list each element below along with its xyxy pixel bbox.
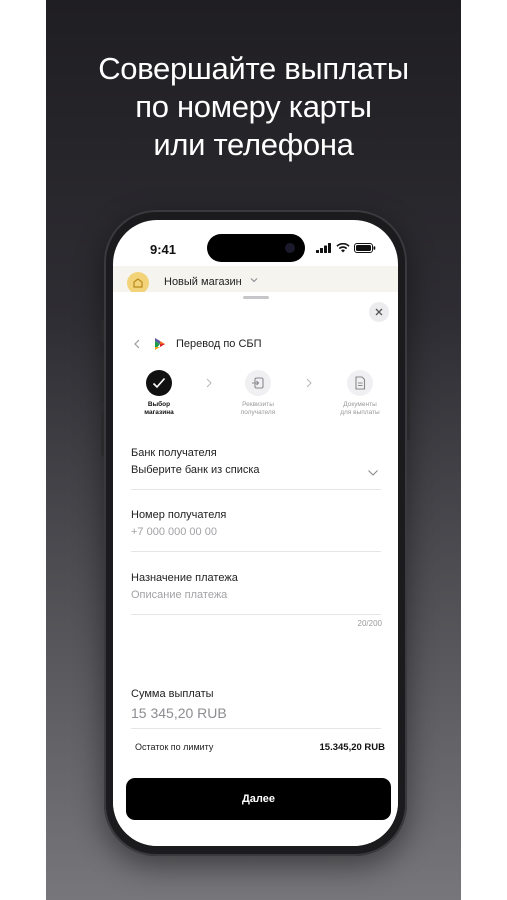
chevron-down-icon	[250, 278, 258, 283]
character-counter: 20/200	[357, 619, 382, 628]
sbp-logo-icon	[155, 338, 165, 350]
step-label: Выбор магазина	[144, 401, 174, 416]
recipient-label: Номер получателя	[131, 509, 227, 521]
power-button	[407, 370, 410, 440]
login-icon	[252, 377, 264, 389]
phone-frame: 9:41 Новый магазин Перевод по СБП Выбор …	[101, 210, 410, 856]
headline-line-1: Совершайте выплаты	[98, 51, 409, 86]
purpose-input[interactable]: Описание платежа	[131, 589, 381, 601]
sheet-grabber[interactable]	[243, 296, 269, 299]
bank-label: Банк получателя	[131, 447, 217, 459]
field-underline	[131, 551, 381, 552]
field-underline	[131, 489, 381, 490]
chevron-right-icon	[206, 378, 212, 388]
next-button[interactable]: Далее	[126, 778, 391, 820]
volume-up-button	[101, 358, 104, 402]
document-icon	[355, 376, 366, 390]
payout-sheet: Перевод по СБП Выбор магазина Реквизиты …	[113, 292, 398, 846]
step-indicator	[347, 370, 373, 396]
field-underline	[131, 614, 381, 615]
recipient-number-field[interactable]: Номер получателя +7 000 000 00 00	[131, 509, 381, 552]
bank-value: Выберите банк из списка	[131, 464, 260, 476]
mute-switch	[101, 320, 104, 342]
step-payout-documents[interactable]: Документы для выплаты	[330, 370, 390, 417]
battery-icon	[354, 243, 376, 253]
chevron-right-icon	[306, 378, 312, 388]
status-bar: 9:41	[113, 220, 398, 264]
store-selector[interactable]: Новый магазин	[113, 266, 398, 294]
signal-icon	[316, 243, 331, 253]
limit-row: Остаток по лимиту 15.345,20 RUB	[135, 742, 385, 753]
recipient-input[interactable]: +7 000 000 00 00	[131, 526, 381, 538]
status-icons	[316, 243, 376, 253]
close-icon	[375, 308, 383, 316]
headline-line-2: по номеру карты	[135, 89, 372, 124]
step-store-selection[interactable]: Выбор магазина	[129, 370, 189, 417]
page-title: Перевод по СБП	[176, 338, 262, 350]
step-indicator	[245, 370, 271, 396]
purpose-label: Назначение платежа	[131, 572, 238, 584]
step-indicator	[146, 370, 172, 396]
phone-screen: 9:41 Новый магазин Перевод по СБП Выбор …	[113, 220, 398, 846]
nav-row: Перевод по СБП	[131, 335, 262, 353]
check-icon	[152, 377, 166, 389]
step-recipient-details[interactable]: Реквизиты получателя	[228, 370, 288, 417]
close-button[interactable]	[369, 302, 389, 322]
stepper: Выбор магазина Реквизиты получателя Доку…	[113, 370, 398, 430]
field-underline	[131, 728, 381, 729]
limit-value: 15.345,20 RUB	[319, 742, 385, 753]
chevron-down-icon	[368, 470, 378, 476]
headline-line-3: или телефона	[153, 127, 354, 162]
amount-label: Сумма выплаты	[131, 688, 214, 700]
payment-purpose-field[interactable]: Назначение платежа Описание платежа	[131, 572, 381, 615]
limit-label: Остаток по лимиту	[135, 742, 214, 752]
wifi-icon	[336, 243, 350, 253]
chevron-left-icon[interactable]	[131, 338, 145, 350]
amount-input[interactable]: 15 345,20 RUB	[131, 705, 227, 721]
promo-poster: Совершайте выплаты по номеру карты или т…	[46, 0, 461, 900]
headline: Совершайте выплаты по номеру карты или т…	[46, 50, 461, 164]
bank-select[interactable]: Банк получателя Выберите банк из списка	[131, 447, 381, 490]
store-name: Новый магазин	[164, 276, 242, 288]
dynamic-island	[207, 234, 305, 262]
status-time: 9:41	[150, 242, 177, 257]
store-logo-icon	[127, 272, 149, 294]
step-label: Реквизиты получателя	[240, 401, 276, 416]
step-label: Документы для выплаты	[340, 401, 380, 416]
volume-down-button	[101, 412, 104, 456]
